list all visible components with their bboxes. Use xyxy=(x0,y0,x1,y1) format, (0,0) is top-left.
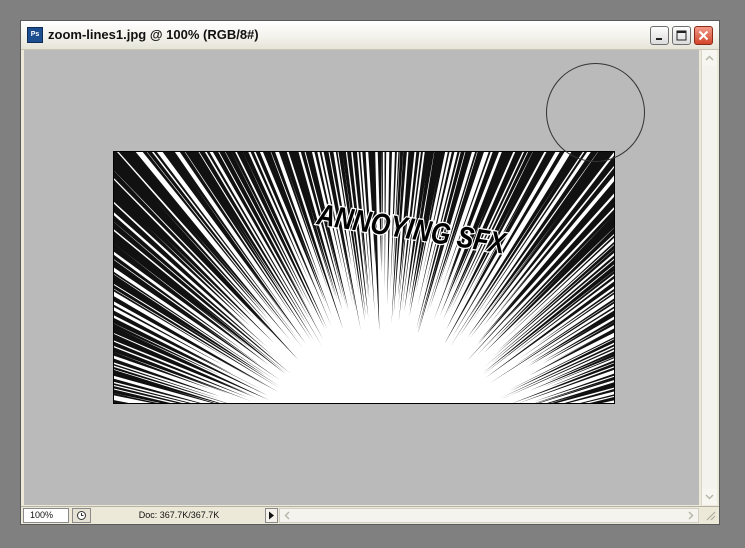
document-canvas[interactable]: ANNOYING SFX xyxy=(113,151,615,404)
resize-grip-icon[interactable] xyxy=(703,508,717,522)
chevron-right-icon[interactable] xyxy=(684,509,698,522)
chevron-left-icon[interactable] xyxy=(280,509,294,522)
scroll-up-button[interactable] xyxy=(702,50,717,66)
status-options-button[interactable] xyxy=(72,508,91,523)
status-info-icon xyxy=(77,511,86,520)
title-bar[interactable]: Ps zoom-lines1.jpg @ 100% (RGB/8#) xyxy=(21,21,719,50)
maximize-button[interactable] xyxy=(672,26,691,45)
zoom-level-field[interactable]: 100% xyxy=(23,508,69,523)
chevron-up-icon xyxy=(705,55,714,61)
document-window: Ps zoom-lines1.jpg @ 100% (RGB/8#) ANNOY… xyxy=(20,20,720,525)
status-menu-button[interactable] xyxy=(265,508,278,523)
doc-size-info: Doc: 367.7K/367.7K xyxy=(138,510,220,520)
close-icon xyxy=(698,30,709,41)
window-title: zoom-lines1.jpg @ 100% (RGB/8#) xyxy=(48,27,259,42)
close-button[interactable] xyxy=(694,26,713,45)
chevron-down-icon xyxy=(705,494,714,500)
zoom-lines-artwork: ANNOYING SFX xyxy=(114,152,614,403)
canvas-workspace[interactable]: ANNOYING SFX xyxy=(24,50,699,505)
minimize-button[interactable] xyxy=(650,26,669,45)
photoshop-document-icon[interactable]: Ps xyxy=(27,27,43,43)
minimize-icon xyxy=(656,38,662,40)
horizontal-scrollbar[interactable] xyxy=(279,508,699,523)
vertical-scrollbar[interactable] xyxy=(701,50,717,505)
burst-center xyxy=(292,329,492,403)
maximize-icon xyxy=(676,30,687,41)
status-bar: 100% Doc: 367.7K/367.7K xyxy=(21,506,719,524)
triangle-right-icon xyxy=(269,511,274,520)
scroll-down-button[interactable] xyxy=(702,489,717,505)
brush-cursor-circle xyxy=(546,63,645,162)
